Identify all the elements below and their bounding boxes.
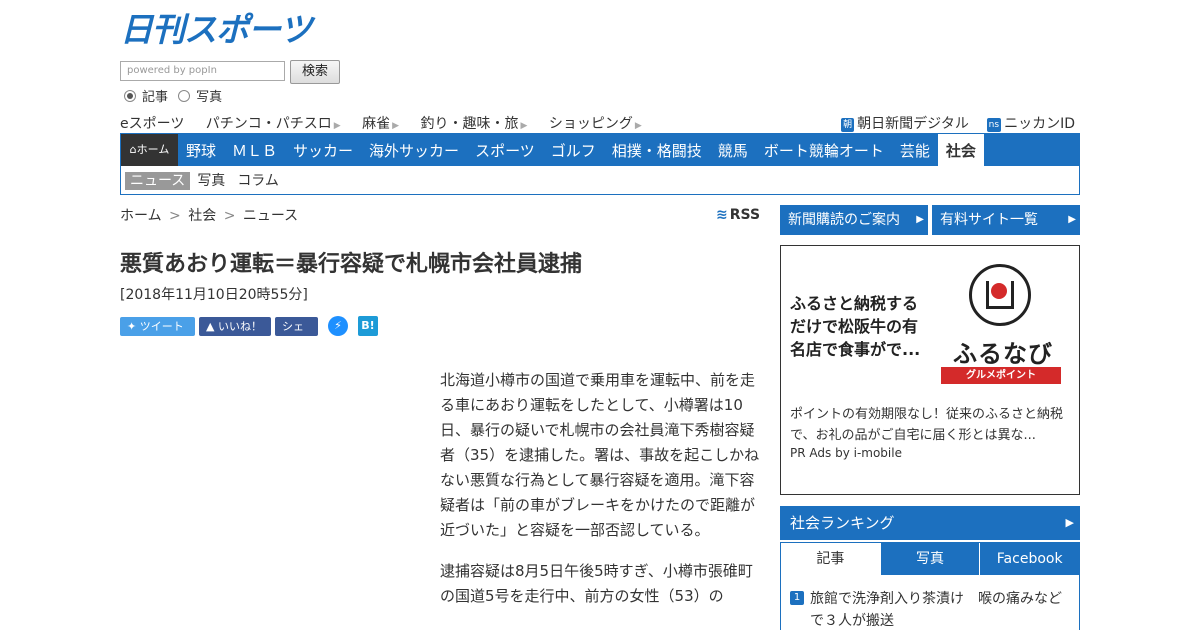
radio-article[interactable]	[124, 90, 136, 102]
search-placeholder: powered by popIn	[127, 65, 217, 76]
messenger-icon[interactable]: ⚡	[328, 316, 348, 336]
radio-photo[interactable]	[178, 90, 191, 102]
subscribe-button[interactable]: 新聞購読のご案内 ▶	[780, 205, 928, 235]
ranking-header[interactable]: 社会ランキング ▶	[780, 506, 1080, 540]
ranking-item[interactable]: 1 旅館で洗浄剤入り茶漬け 喉の痛みなどで３人が搬送	[790, 588, 1075, 630]
thumbs-up-icon: ▲	[206, 319, 215, 333]
subnav-item[interactable]: パチンコ・パチスロ ▶	[206, 116, 341, 132]
ad-banner[interactable]: ふるさと納税するだけで松阪牛の有名店で食事がで... ふるなび グルメポイント …	[780, 245, 1080, 495]
twitter-icon: ✦	[127, 319, 137, 333]
chevron-right-icon: ▶	[392, 121, 400, 131]
paid-sites-button[interactable]: 有料サイト一覧 ▶	[932, 205, 1080, 235]
fb-share-button[interactable]: シェア	[275, 316, 318, 352]
external-links: 朝朝日新聞デジタル ns ニッカンID	[841, 113, 1075, 133]
subnav-item[interactable]: 麻雀 ▶	[362, 116, 399, 132]
breadcrumb-current: ニュース	[242, 208, 299, 224]
furunavi-logo-icon	[969, 264, 1031, 326]
subtab-column[interactable]: コラム	[232, 172, 284, 190]
chevron-right-icon: ▶	[916, 214, 924, 225]
article-date: [2018年11月10日20時55分]	[120, 287, 308, 303]
asahi-link[interactable]: 朝朝日新聞デジタル	[841, 116, 969, 132]
article-paragraph: 北海道小樽市の国道で乗用車を運転中、前を走る車にあおり運転をしたとして、小樽署は…	[440, 371, 760, 539]
sub-navigation: eスポーツ パチンコ・パチスロ ▶ 麻雀 ▶ 釣り・趣味・旅 ▶ ショッピング ▶	[120, 113, 659, 133]
subnav-item[interactable]: 釣り・趣味・旅 ▶	[421, 116, 528, 132]
nav-item[interactable]: 相撲・格闘技	[604, 134, 710, 166]
chevron-right-icon: ▶	[634, 121, 642, 131]
ranking-tab-article[interactable]: 記事	[781, 543, 880, 575]
share-buttons: ✦ ツイート ▲ いいね！ シェア ⚡ B!	[120, 316, 378, 352]
ad-headline[interactable]: ふるさと納税するだけで松阪牛の有名店で食事がで...	[790, 292, 930, 361]
radio-article-label: 記事	[142, 90, 169, 105]
nav-item[interactable]: 野球	[178, 134, 224, 166]
tweet-button[interactable]: ✦ ツイート	[120, 316, 195, 336]
subnav-item[interactable]: eスポーツ	[120, 116, 184, 132]
nav-item[interactable]: スポーツ	[467, 134, 543, 166]
like-button[interactable]: ▲ いいね！	[199, 316, 271, 336]
home-icon: ⌂	[129, 143, 137, 156]
site-logo[interactable]: 日刊スポーツ	[120, 10, 312, 49]
chevron-right-icon: ▶	[1068, 214, 1076, 225]
ad-brand-sub: グルメポイント	[941, 367, 1061, 384]
ranking-tab-facebook[interactable]: Facebook	[979, 543, 1080, 575]
chevron-right-icon: ▶	[333, 121, 341, 131]
nav-item[interactable]: ＭＬＢ	[224, 134, 285, 166]
search-scope: 記事 写真	[124, 86, 228, 105]
nav-item-active[interactable]: 社会	[937, 134, 984, 166]
ranking-panel: 記事 写真 Facebook 1 旅館で洗浄剤入り茶漬け 喉の痛みなどで３人が搬…	[780, 542, 1080, 630]
main-navigation: ⌂ホーム 野球 ＭＬＢ サッカー 海外サッカー スポーツ ゴルフ 相撲・格闘技 …	[120, 133, 1080, 195]
breadcrumb-section[interactable]: 社会	[188, 208, 216, 224]
ad-brand: ふるなび	[953, 340, 1053, 368]
article-title: 悪質あおり運転＝暴行容疑で札幌市会社員逮捕	[120, 252, 583, 277]
subtab-photo[interactable]: 写真	[192, 172, 230, 190]
chevron-right-icon: ▶	[1065, 516, 1074, 529]
nav-item[interactable]: 海外サッカー	[361, 134, 467, 166]
nav-item[interactable]: 芸能	[892, 134, 938, 166]
nav-item[interactable]: ゴルフ	[543, 134, 604, 166]
radio-photo-label: 写真	[196, 90, 223, 105]
ad-description: ポイントの有効期限なし！従来のふるさと納税で、お礼の品がご自宅に届く形とは異な.…	[790, 407, 1064, 443]
rss-link[interactable]: ≋ RSS	[716, 207, 760, 223]
article-body: 北海道小樽市の国道で乗用車を運転中、前を走る車にあおり運転をしたとして、小樽署は…	[440, 368, 762, 625]
asahi-icon: 朝	[841, 118, 855, 132]
logo-text: 日刊スポーツ	[120, 10, 312, 49]
chevron-right-icon: ▶	[520, 121, 528, 131]
ranking-tab-photo[interactable]: 写真	[879, 543, 980, 575]
nav-item[interactable]: ボート競輪オート	[756, 134, 892, 166]
rank-number: 1	[790, 591, 804, 605]
subnav-item[interactable]: ショッピング ▶	[549, 116, 642, 132]
article-paragraph: 逮捕容疑は8月5日午後5時すぎ、小樽市張碓町の国道5号を走行中、前方の女性（53…	[440, 562, 753, 605]
rss-icon: ≋	[716, 207, 728, 223]
ad-pr-label[interactable]: PR Ads by i-mobile	[790, 446, 902, 460]
ns-icon: ns	[986, 118, 1002, 132]
subtab-news[interactable]: ニュース	[125, 172, 191, 190]
search-input[interactable]: powered by popIn	[120, 61, 285, 81]
nikkan-id-link[interactable]: ns ニッカンID	[986, 116, 1075, 132]
nav-item[interactable]: サッカー	[285, 134, 361, 166]
nav-item[interactable]: 競馬	[710, 134, 756, 166]
search-button[interactable]: 検索	[290, 60, 340, 84]
nav-home[interactable]: ⌂ホーム	[121, 134, 178, 166]
breadcrumb-home[interactable]: ホーム	[120, 208, 162, 224]
hatena-bookmark-button[interactable]: B!	[358, 316, 378, 336]
breadcrumb: ホーム > 社会 > ニュース	[120, 208, 299, 224]
ranking-item-text: 旅館で洗浄剤入り茶漬け 喉の痛みなどで３人が搬送	[810, 591, 1062, 629]
